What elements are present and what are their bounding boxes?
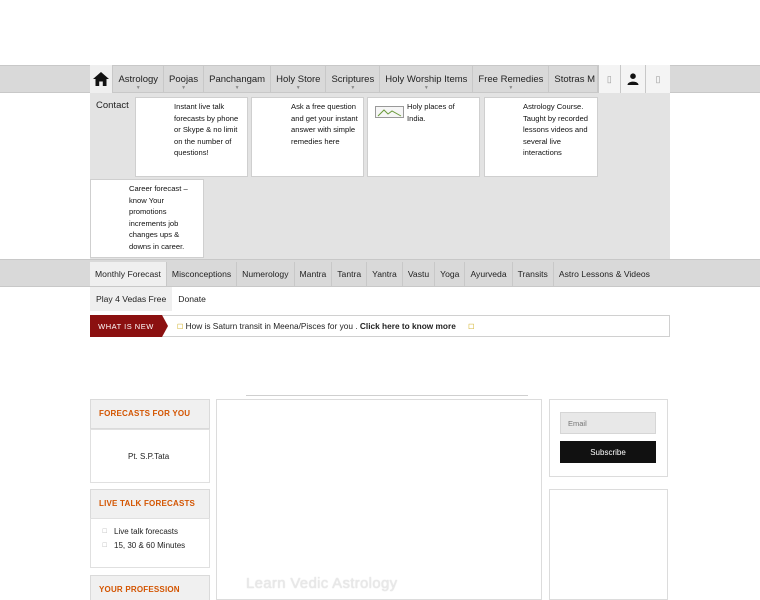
whats-new-link[interactable]: Click here to know more [360, 321, 456, 331]
nav-item-free-remedies[interactable]: Free Remedies ▼ [473, 65, 550, 93]
nav-item-scriptures[interactable]: Scriptures ▼ [326, 65, 381, 93]
forecasts-title: FORECASTS FOR YOU [99, 409, 191, 418]
square-bullet-icon: ☐ [177, 324, 184, 331]
nav-item-poojas[interactable]: Poojas ▼ [164, 65, 205, 93]
box-icon: ▯ [606, 73, 612, 84]
secondary-nav-row2: Play 4 Vedas Free Donate [90, 287, 212, 311]
user-icon [627, 73, 639, 85]
live-talk-title: LIVE TALK FORECASTS [99, 499, 196, 508]
nav-astro-lessons[interactable]: Astro Lessons & Videos [554, 262, 655, 286]
live-talk-item[interactable]: Live talk forecasts [114, 527, 178, 536]
chevron-down-icon: ▼ [423, 85, 429, 91]
bullet-icon: ☐ [102, 543, 108, 549]
nav-donate[interactable]: Donate [172, 287, 212, 311]
whats-new-arrow [162, 315, 168, 337]
square-bullet-icon: ☐ [468, 324, 475, 331]
nav-item-stotras[interactable]: Stotras M [549, 65, 599, 93]
nav-numerology[interactable]: Numerology [237, 262, 295, 286]
center-divider [246, 395, 528, 396]
broken-image-icon [375, 106, 404, 118]
dropdown-card-career-forecast[interactable]: Career forecast – know Your promotions i… [90, 179, 204, 258]
nav-misconceptions[interactable]: Misconceptions [167, 262, 238, 286]
dropdown-card-live-talk[interactable]: Instant live talk forecasts by phone or … [135, 97, 248, 177]
secondary-nav: Monthly Forecast Misconceptions Numerolo… [90, 262, 670, 286]
forecasts-name-link[interactable]: Pt. S.P.Tata [128, 452, 169, 461]
whats-new-label: WHAT IS NEW [90, 315, 162, 337]
nav-vastu[interactable]: Vastu [403, 262, 436, 286]
learn-vedic-astrology-watermark: Learn Vedic Astrology [246, 575, 398, 592]
dropdown-card-holy-places[interactable]: Holy places of India. [367, 97, 480, 177]
right-side-panel [549, 489, 668, 600]
box-icon: ▯ [655, 73, 661, 84]
live-talk-item[interactable]: 15, 30 & 60 Minutes [114, 541, 185, 550]
profession-title: YOUR PROFESSION [99, 585, 180, 594]
dropdown-card-free-question[interactable]: Ask a free question and get your instant… [251, 97, 364, 177]
whats-new-ticker: ☐ How is Saturn transit in Meena/Pisces … [177, 321, 475, 331]
chevron-down-icon: ▼ [350, 85, 356, 91]
nav-box-button-2[interactable]: ▯ [644, 65, 670, 93]
nav-transits[interactable]: Transits [513, 262, 554, 286]
nav-item-holy-worship-items[interactable]: Holy Worship Items ▼ [380, 65, 474, 93]
nav-mantra[interactable]: Mantra [295, 262, 333, 286]
chevron-down-icon: ▼ [181, 85, 187, 91]
subscribe-button[interactable]: Subscribe [560, 441, 656, 463]
nav-box-button[interactable]: ▯ [598, 65, 620, 93]
chevron-down-icon: ▼ [135, 85, 141, 91]
dropdown-card-astrology-course[interactable]: Astrology Course. Taught by recorded les… [484, 97, 598, 177]
bullet-icon: ☐ [102, 529, 108, 535]
main-content-panel [216, 399, 542, 600]
nav-tantra[interactable]: Tantra [332, 262, 368, 286]
chevron-down-icon: ▼ [295, 85, 301, 91]
nav-item-astrology[interactable]: Astrology ▼ [113, 65, 165, 93]
main-nav: Astrology ▼ Poojas ▼ Panchangam ▼ Holy Stor… [90, 65, 670, 93]
chevron-down-icon: ▼ [508, 85, 514, 91]
subscribe-panel [549, 399, 668, 477]
home-button[interactable] [90, 65, 114, 93]
nav-item-holy-store[interactable]: Holy Store ▼ [271, 65, 327, 93]
nav-yoga[interactable]: Yoga [435, 262, 466, 286]
chevron-down-icon: ▼ [234, 85, 240, 91]
nav-play-vedas[interactable]: Play 4 Vedas Free [90, 287, 172, 311]
home-icon [93, 72, 110, 86]
nav-ayurveda[interactable]: Ayurveda [465, 262, 513, 286]
user-button[interactable] [619, 65, 645, 93]
nav-monthly-forecast[interactable]: Monthly Forecast [90, 262, 167, 286]
nav-item-panchangam[interactable]: Panchangam ▼ [204, 65, 272, 93]
nav-yantra[interactable]: Yantra [367, 262, 403, 286]
email-input[interactable] [560, 412, 656, 434]
nav-item-contact[interactable]: Contact [96, 100, 129, 111]
